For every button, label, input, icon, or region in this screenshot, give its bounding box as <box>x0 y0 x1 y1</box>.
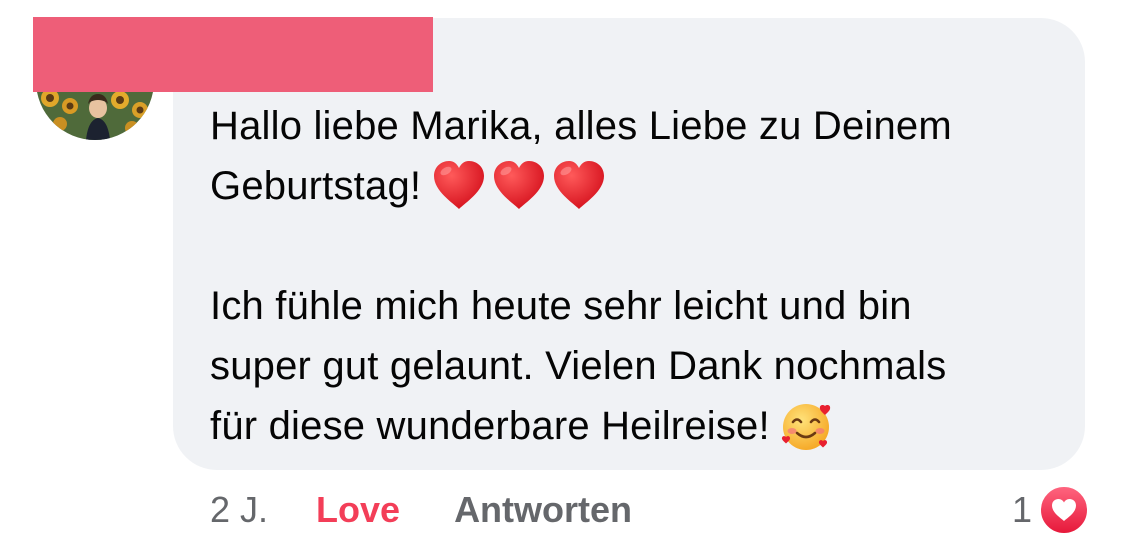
comment-timestamp[interactable]: 2 J. <box>210 489 268 531</box>
comment-line: super gut gelaunt. Vielen Dank nochmals <box>210 344 947 388</box>
smiling-face-with-hearts-icon <box>781 404 830 450</box>
comment-line-text: für diese wunderbare Heilreise! <box>210 404 770 448</box>
comment-line: Hallo liebe Marika, alles Liebe zu Deine… <box>210 104 952 148</box>
reply-button[interactable]: Antworten <box>454 489 632 531</box>
comment-screen: Hallo liebe Marika, alles Liebe zu Deine… <box>0 0 1125 551</box>
comment-line: Geburtstag! <box>210 156 1080 216</box>
reaction-summary[interactable]: 1 <box>1012 484 1090 536</box>
red-heart-icon <box>554 161 605 209</box>
comment-text: Hallo liebe Marika, alles Liebe zu Deine… <box>210 96 1080 456</box>
comment-line-text: Geburtstag! <box>210 164 422 208</box>
comment-line: für diese wunderbare Heilreise! <box>210 396 1080 456</box>
redacted-author-name <box>33 17 433 92</box>
comment-actions: 2 J. Love Antworten <box>210 486 632 534</box>
love-icon <box>1039 485 1089 535</box>
red-heart-icon <box>494 161 545 209</box>
reaction-count: 1 <box>1011 489 1032 530</box>
red-heart-icon <box>434 161 485 209</box>
comment-line: Ich fühle mich heute sehr leicht und bin <box>210 284 912 328</box>
love-reaction-button[interactable]: Love <box>316 489 400 531</box>
